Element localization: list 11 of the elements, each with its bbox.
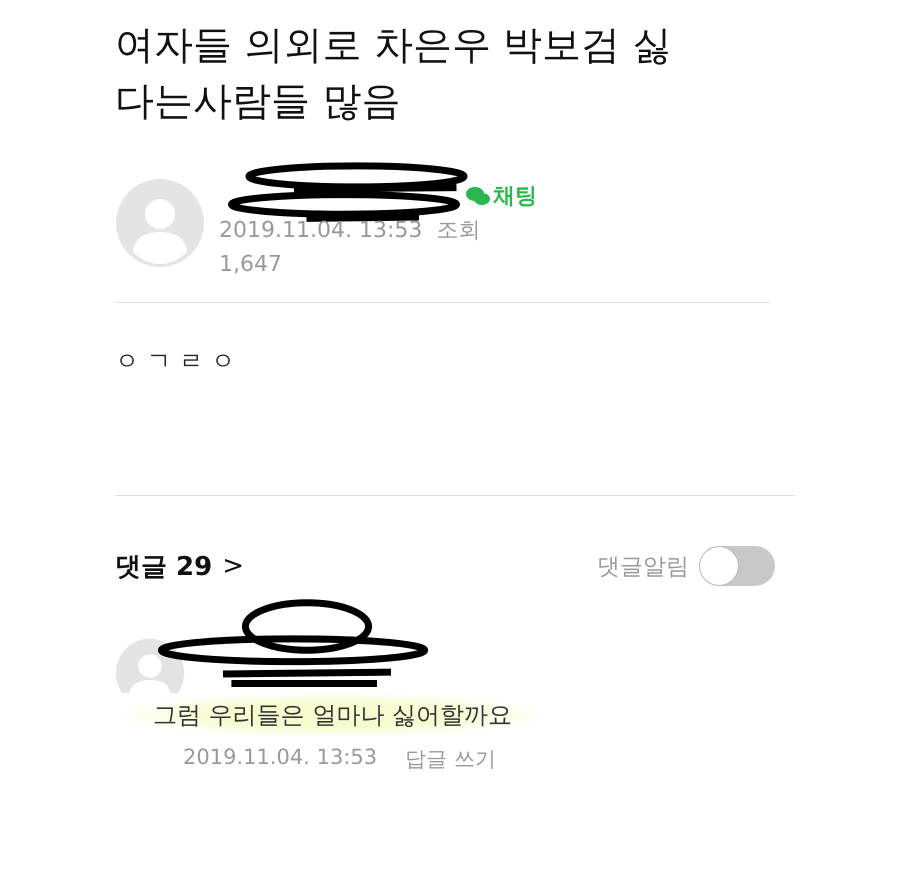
notify-label: 댓글알림 — [597, 552, 689, 582]
chevron-icon[interactable]: > — [222, 551, 244, 581]
comment-date: 2019.11.04. 13:53 — [183, 745, 378, 771]
notify-toggle[interactable] — [699, 546, 775, 586]
post-body: ㅇㄱㄹㅇ — [115, 346, 244, 377]
post-title: 여자들 의외로 차은우 박보검 싫다는사람들 많음 — [115, 22, 673, 126]
chat-icon — [465, 185, 491, 207]
comment-text: 그럼 우리들은 얼마나 싫어할까요 — [123, 693, 542, 737]
avatar-icon — [115, 178, 205, 268]
post-meta: 2019.11.04. 13:53 조회 1,647 — [219, 217, 482, 279]
comment-count[interactable]: 댓글 29 — [115, 548, 212, 584]
